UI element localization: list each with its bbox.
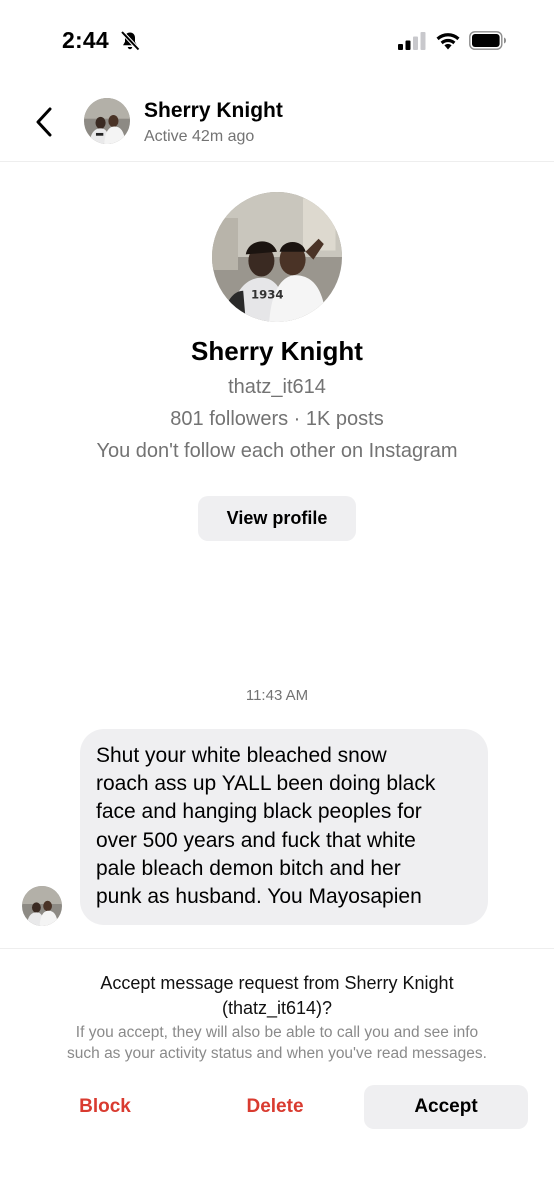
request-note-line: such as your activity status and when yo… bbox=[67, 1045, 487, 1062]
message-line: roach ass up YALL been doing black bbox=[96, 772, 436, 796]
request-title: Accept message request from Sherry Knigh… bbox=[40, 971, 514, 1021]
active-status: Active 42m ago bbox=[144, 128, 255, 145]
wifi-icon bbox=[436, 33, 460, 50]
message-line: punk as husband. You Mayosapien bbox=[96, 885, 422, 909]
cellular-signal-icon bbox=[398, 32, 426, 50]
message-line: face and hanging black peoples for bbox=[96, 800, 422, 824]
chevron-left-icon[interactable] bbox=[30, 104, 60, 140]
avatar[interactable] bbox=[84, 98, 130, 144]
message-line: over 500 years and fuck that white bbox=[96, 828, 416, 852]
message-line: pale bleach demon bitch and her bbox=[96, 856, 401, 880]
message-line: Shut your white bleached snow bbox=[96, 744, 387, 767]
avatar[interactable] bbox=[22, 886, 62, 926]
profile-handle: thatz_it614 bbox=[228, 376, 326, 398]
chat-header: Sherry Knight Active 42m ago bbox=[0, 80, 554, 162]
request-title-line: (thatz_it614)? bbox=[221, 998, 333, 1018]
header-username[interactable]: Sherry Knight bbox=[144, 99, 283, 123]
status-time: 2:44 bbox=[62, 27, 109, 53]
message-timestamp: 11:43 AM bbox=[245, 687, 309, 704]
profile-stats: 801 followers · 1K posts bbox=[170, 408, 384, 430]
status-bar: 2:44 bbox=[0, 0, 554, 80]
message-request-panel: Accept message request from Sherry Knigh… bbox=[0, 948, 554, 1200]
request-note: If you accept, they will also be able to… bbox=[24, 1022, 530, 1064]
request-title-line: Accept message request from Sherry Knigh… bbox=[100, 973, 454, 993]
bell-slash-icon bbox=[120, 30, 140, 51]
accept-button[interactable]: Accept bbox=[364, 1085, 528, 1129]
profile-avatar[interactable]: 1934 bbox=[212, 192, 342, 322]
svg-text:1934: 1934 bbox=[251, 288, 284, 302]
profile-name: Sherry Knight bbox=[191, 336, 363, 366]
request-note-line: If you accept, they will also be able to… bbox=[75, 1024, 479, 1041]
block-button[interactable]: Block bbox=[40, 1085, 170, 1129]
mutual-follow-status: You don't follow each other on Instagram bbox=[96, 440, 458, 462]
battery-icon bbox=[469, 31, 506, 50]
message-bubble[interactable]: Shut your white bleached snow roach ass … bbox=[80, 729, 488, 925]
view-profile-button[interactable]: View profile bbox=[198, 496, 356, 541]
delete-button[interactable]: Delete bbox=[210, 1085, 340, 1129]
